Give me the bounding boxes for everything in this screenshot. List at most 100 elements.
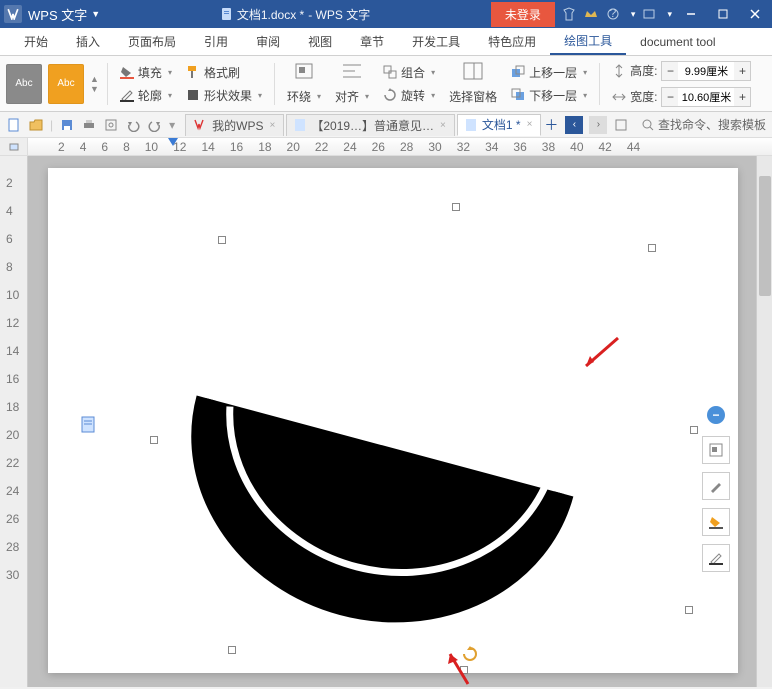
menu-insert[interactable]: 插入 <box>62 28 114 55</box>
search-icon <box>642 119 654 131</box>
menu-start[interactable]: 开始 <box>10 28 62 55</box>
window-options-icon[interactable] <box>641 6 657 22</box>
minimize-button[interactable] <box>678 4 704 24</box>
align-button[interactable]: 对齐▾ <box>331 86 373 107</box>
send-backward-button[interactable]: 下移一层▾ <box>507 85 591 106</box>
help-icon[interactable]: ? <box>605 6 621 22</box>
window-options-dropdown[interactable]: ▾ <box>667 9 672 20</box>
fill-button[interactable]: 填充▾ <box>116 62 176 83</box>
wrap-text-button[interactable] <box>702 436 730 464</box>
new-icon[interactable] <box>6 117 22 133</box>
vertical-ruler[interactable]: 24681012141618202224262830 <box>0 156 28 687</box>
format-painter-button[interactable]: 格式刷 <box>182 62 266 83</box>
new-tab-button[interactable]: ＋ <box>543 117 559 133</box>
outline-shape-button[interactable] <box>702 544 730 572</box>
redo-icon[interactable] <box>147 117 163 133</box>
qat-dropdown[interactable]: ▾ <box>169 118 175 132</box>
resize-handle-br[interactable] <box>685 606 693 614</box>
menu-review[interactable]: 审阅 <box>242 28 294 55</box>
close-tab-icon[interactable]: × <box>527 119 533 130</box>
skin-icon[interactable] <box>561 6 577 22</box>
menu-pagelayout[interactable]: 页面布局 <box>114 28 190 55</box>
wrap-icon[interactable] <box>293 61 315 84</box>
outline-button[interactable]: 轮廓▾ <box>116 85 176 106</box>
height-minus[interactable]: − <box>662 62 678 80</box>
style-swatch-gray[interactable]: Abc <box>6 64 42 104</box>
app-logo <box>4 5 22 23</box>
tab-nav-right[interactable]: › <box>589 116 607 134</box>
menu-devtools[interactable]: 开发工具 <box>398 28 474 55</box>
width-spinner[interactable]: − + <box>661 87 751 107</box>
ruler-numbers: 2468101214161820222426283032343638404244 <box>58 140 640 154</box>
close-button[interactable] <box>742 4 768 24</box>
print-icon[interactable] <box>81 117 97 133</box>
width-minus[interactable]: − <box>662 88 678 106</box>
horizontal-ruler[interactable]: 2468101214161820222426283032343638404244 <box>0 138 772 156</box>
vertical-scrollbar[interactable] <box>756 156 772 687</box>
annotation-arrow-bottom <box>438 646 478 689</box>
resize-handle-tl[interactable] <box>218 236 226 244</box>
selection-pane-icon[interactable] <box>462 61 484 84</box>
menu-view[interactable]: 视图 <box>294 28 346 55</box>
width-input[interactable] <box>678 91 734 103</box>
width-plus[interactable]: + <box>734 88 750 106</box>
save-icon[interactable] <box>59 117 75 133</box>
close-tab-icon[interactable]: × <box>440 120 446 131</box>
app-menu-dropdown[interactable]: ▼ <box>91 9 100 19</box>
preview-icon[interactable] <box>103 117 119 133</box>
indent-marker[interactable] <box>168 138 178 146</box>
undo-icon[interactable] <box>125 117 141 133</box>
width-icon <box>612 90 626 104</box>
search-commands[interactable]: 查找命令、搜索模板 <box>642 116 766 133</box>
resize-handle-tm[interactable] <box>452 203 460 211</box>
group-button[interactable]: 组合▾ <box>379 62 439 83</box>
anchor-icon[interactable] <box>80 416 98 434</box>
menu-special[interactable]: 特色应用 <box>474 28 550 55</box>
bring-forward-button[interactable]: 上移一层▾ <box>507 62 591 83</box>
height-spinner[interactable]: − + <box>661 61 751 81</box>
login-button[interactable]: 未登录 <box>491 2 555 27</box>
selection-bounding-box <box>130 206 650 646</box>
menu-drawingtools[interactable]: 绘图工具 <box>550 28 626 55</box>
tab-mywps[interactable]: 我的WPS× <box>185 114 284 136</box>
wrap-button[interactable]: 环绕▾ <box>283 86 325 107</box>
wps-logo-icon <box>194 119 206 131</box>
collapse-toolbar-button[interactable]: − <box>707 406 725 424</box>
resize-handle-tr[interactable] <box>648 244 656 252</box>
width-field: 宽度: − + <box>608 85 755 109</box>
resize-handle-ml[interactable] <box>150 436 158 444</box>
maximize-button[interactable] <box>710 4 736 24</box>
fill-shape-button[interactable] <box>702 508 730 536</box>
app-name: WPS 文字 <box>28 5 87 24</box>
rotate-button[interactable]: 旋转▾ <box>379 85 439 106</box>
close-tab-icon[interactable]: × <box>270 120 276 131</box>
title-bar: WPS 文字 ▼ 文档1.docx * - WPS 文字 未登录 ? ▾ ▾ <box>0 0 772 28</box>
height-plus[interactable]: + <box>734 62 750 80</box>
vruler-numbers: 24681012141618202224262830 <box>6 176 19 582</box>
selection-pane-button[interactable]: 选择窗格 <box>445 86 501 107</box>
tab-nav-left[interactable]: ‹ <box>565 116 583 134</box>
align-icon[interactable] <box>341 61 363 84</box>
edit-shape-button[interactable] <box>702 472 730 500</box>
style-swatch-orange[interactable]: Abc <box>48 64 84 104</box>
menu-section[interactable]: 章节 <box>346 28 398 55</box>
help-dropdown[interactable]: ▾ <box>631 9 636 20</box>
open-icon[interactable] <box>28 117 44 133</box>
tab-doc3[interactable]: 文档1 *× <box>457 114 542 136</box>
scrollbar-thumb[interactable] <box>759 176 771 296</box>
menu-documenttool[interactable]: document tool <box>626 28 729 55</box>
height-input[interactable] <box>678 65 734 77</box>
style-gallery-scroll[interactable]: ▲▼ <box>90 74 99 94</box>
document-title: 文档1.docx * - WPS 文字 <box>221 6 370 23</box>
crown-icon[interactable] <box>583 6 599 22</box>
floating-shape-toolbar: − <box>702 406 730 572</box>
workspace: 24681012141618202224262830 <box>0 156 772 687</box>
resize-handle-bl[interactable] <box>228 646 236 654</box>
shape-effects-button[interactable]: 形状效果▾ <box>182 85 266 106</box>
tab-doc2[interactable]: 【2019…】普通意见…× <box>286 114 455 136</box>
quick-access-bar: | ▾ 我的WPS× 【2019…】普通意见…× 文档1 *× ＋ ‹ › 查找… <box>0 112 772 138</box>
resize-handle-mr[interactable] <box>690 426 698 434</box>
menu-references[interactable]: 引用 <box>190 28 242 55</box>
document-icon <box>466 119 476 131</box>
tab-list-icon[interactable] <box>613 117 629 133</box>
